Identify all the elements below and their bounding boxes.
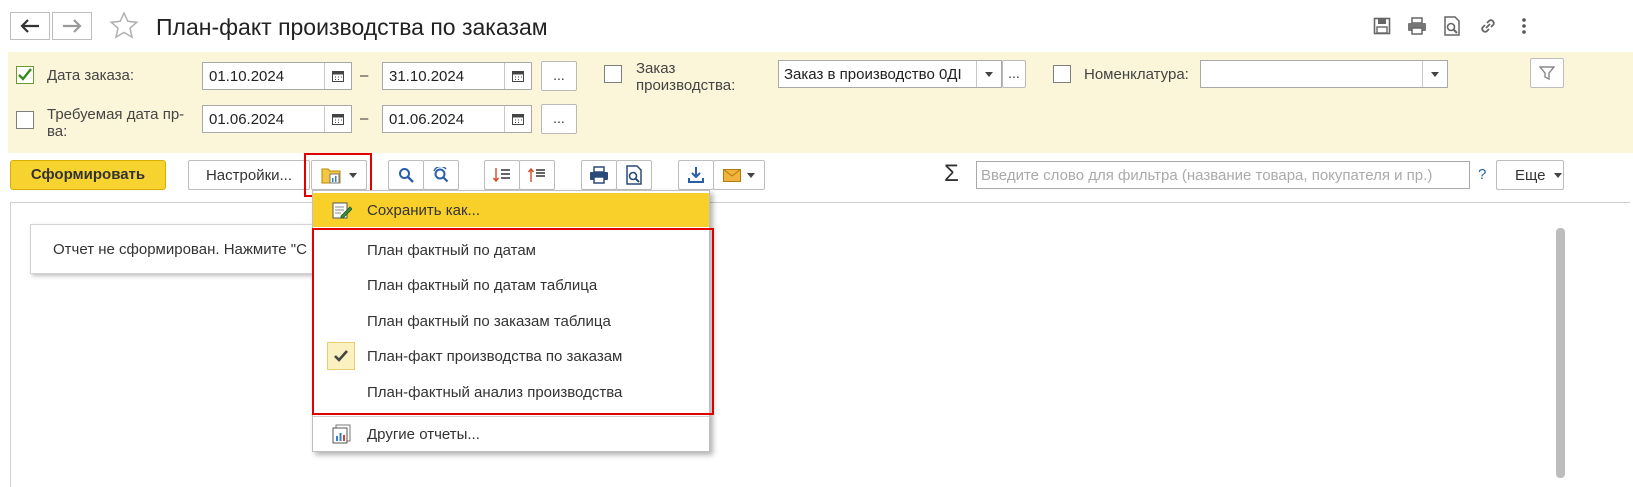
order-date-period-button[interactable]: ...: [541, 61, 577, 91]
nomenclature-field[interactable]: [1200, 60, 1448, 88]
preview-icon[interactable]: [1440, 14, 1464, 38]
expand-groups-button[interactable]: [519, 160, 555, 190]
calendar-icon[interactable]: [504, 106, 531, 132]
order-date-to-value: 31.10.2024: [389, 68, 465, 85]
order-date-label: Дата заказа:: [47, 67, 135, 84]
print-icon: [590, 166, 608, 184]
funnel-icon: [1539, 66, 1555, 81]
more-vertical-icon[interactable]: [1512, 14, 1536, 38]
production-order-label: Заказ производства:: [636, 60, 736, 94]
more-button-label: Еще: [1515, 166, 1546, 184]
sort-lines-icon: [493, 168, 510, 183]
calendar-icon[interactable]: [504, 63, 531, 89]
report-not-generated-notice: Отчет не сформирован. Нажмите "С: [30, 224, 330, 274]
required-date-period-button[interactable]: ...: [541, 104, 577, 134]
help-link[interactable]: ?: [1478, 166, 1486, 183]
date-range-dash: –: [360, 67, 369, 84]
download-button[interactable]: [678, 160, 714, 190]
chevron-down-icon: [747, 172, 755, 178]
arrow-left-icon: [20, 19, 39, 33]
required-date-from-value: 01.06.2024: [209, 111, 285, 128]
favorite-star-icon[interactable]: [108, 10, 140, 46]
production-order-value: Заказ в производство 0ДI: [784, 66, 962, 83]
production-order-checkbox[interactable]: [604, 65, 622, 83]
chevron-down-icon[interactable]: [1422, 61, 1447, 87]
sort-lines-up-icon: [528, 167, 545, 182]
order-date-checkbox[interactable]: [16, 66, 34, 84]
sum-sigma-icon[interactable]: Σ: [944, 160, 959, 188]
required-date-label: Требуемая дата пр-ва:: [47, 106, 185, 140]
generate-button[interactable]: Сформировать: [10, 160, 166, 190]
save-as-edit-icon: [331, 199, 353, 221]
find-button[interactable]: [388, 160, 424, 190]
more-button[interactable]: Еще: [1496, 160, 1564, 190]
filter-button[interactable]: [1530, 58, 1564, 88]
send-email-button[interactable]: [713, 160, 765, 190]
menu-item-label: Сохранить как...: [367, 202, 481, 219]
order-date-from-value: 01.10.2024: [209, 68, 285, 85]
page-title: План-факт производства по заказам: [156, 14, 548, 40]
filter-search-input[interactable]: Введите слово для фильтра (название това…: [976, 161, 1470, 189]
arrow-right-icon: [63, 19, 82, 33]
search-icon: [399, 168, 414, 183]
forward-button[interactable]: [52, 12, 92, 40]
required-date-to-field[interactable]: 01.06.2024: [382, 105, 532, 133]
menu-item-other-reports[interactable]: Другие отчеты...: [313, 417, 709, 451]
nomenclature-label: Номенклатура:: [1084, 66, 1189, 83]
checkmark-icon: [18, 68, 32, 81]
back-button[interactable]: [10, 12, 50, 40]
find-next-button[interactable]: [423, 160, 459, 190]
production-order-field[interactable]: Заказ в производство 0ДI: [778, 60, 1002, 88]
chevron-down-icon: [1553, 172, 1562, 178]
preview-icon: [626, 165, 642, 185]
search-next-icon: [433, 167, 449, 183]
reports-icon: [331, 423, 353, 445]
print-button[interactable]: [581, 160, 617, 190]
envelope-icon: [723, 168, 741, 182]
notice-text: Отчет не сформирован. Нажмите "С: [53, 241, 307, 258]
print-preview-button[interactable]: [616, 160, 652, 190]
link-icon[interactable]: [1476, 14, 1500, 38]
print-icon[interactable]: [1405, 14, 1429, 38]
calendar-icon[interactable]: [324, 63, 351, 89]
order-date-from-field[interactable]: 01.10.2024: [202, 62, 352, 90]
required-date-from-field[interactable]: 01.06.2024: [202, 105, 352, 133]
download-icon: [688, 167, 704, 183]
settings-button[interactable]: Настройки...: [188, 160, 310, 190]
production-order-select-button[interactable]: ...: [1002, 60, 1026, 88]
chevron-down-icon[interactable]: [976, 61, 1001, 87]
collapse-groups-button[interactable]: [484, 160, 520, 190]
required-date-to-value: 01.06.2024: [389, 111, 465, 128]
menu-item-save-as[interactable]: Сохранить как...: [313, 193, 709, 227]
calendar-icon[interactable]: [324, 106, 351, 132]
highlight-variant-list: [312, 228, 714, 415]
menu-item-label: Другие отчеты...: [367, 426, 480, 443]
vertical-scrollbar[interactable]: [1556, 228, 1565, 478]
order-date-to-field[interactable]: 31.10.2024: [382, 62, 532, 90]
date-range-dash: –: [360, 110, 369, 127]
required-date-checkbox[interactable]: [16, 111, 34, 129]
save-icon[interactable]: [1370, 14, 1394, 38]
nomenclature-checkbox[interactable]: [1053, 65, 1071, 83]
